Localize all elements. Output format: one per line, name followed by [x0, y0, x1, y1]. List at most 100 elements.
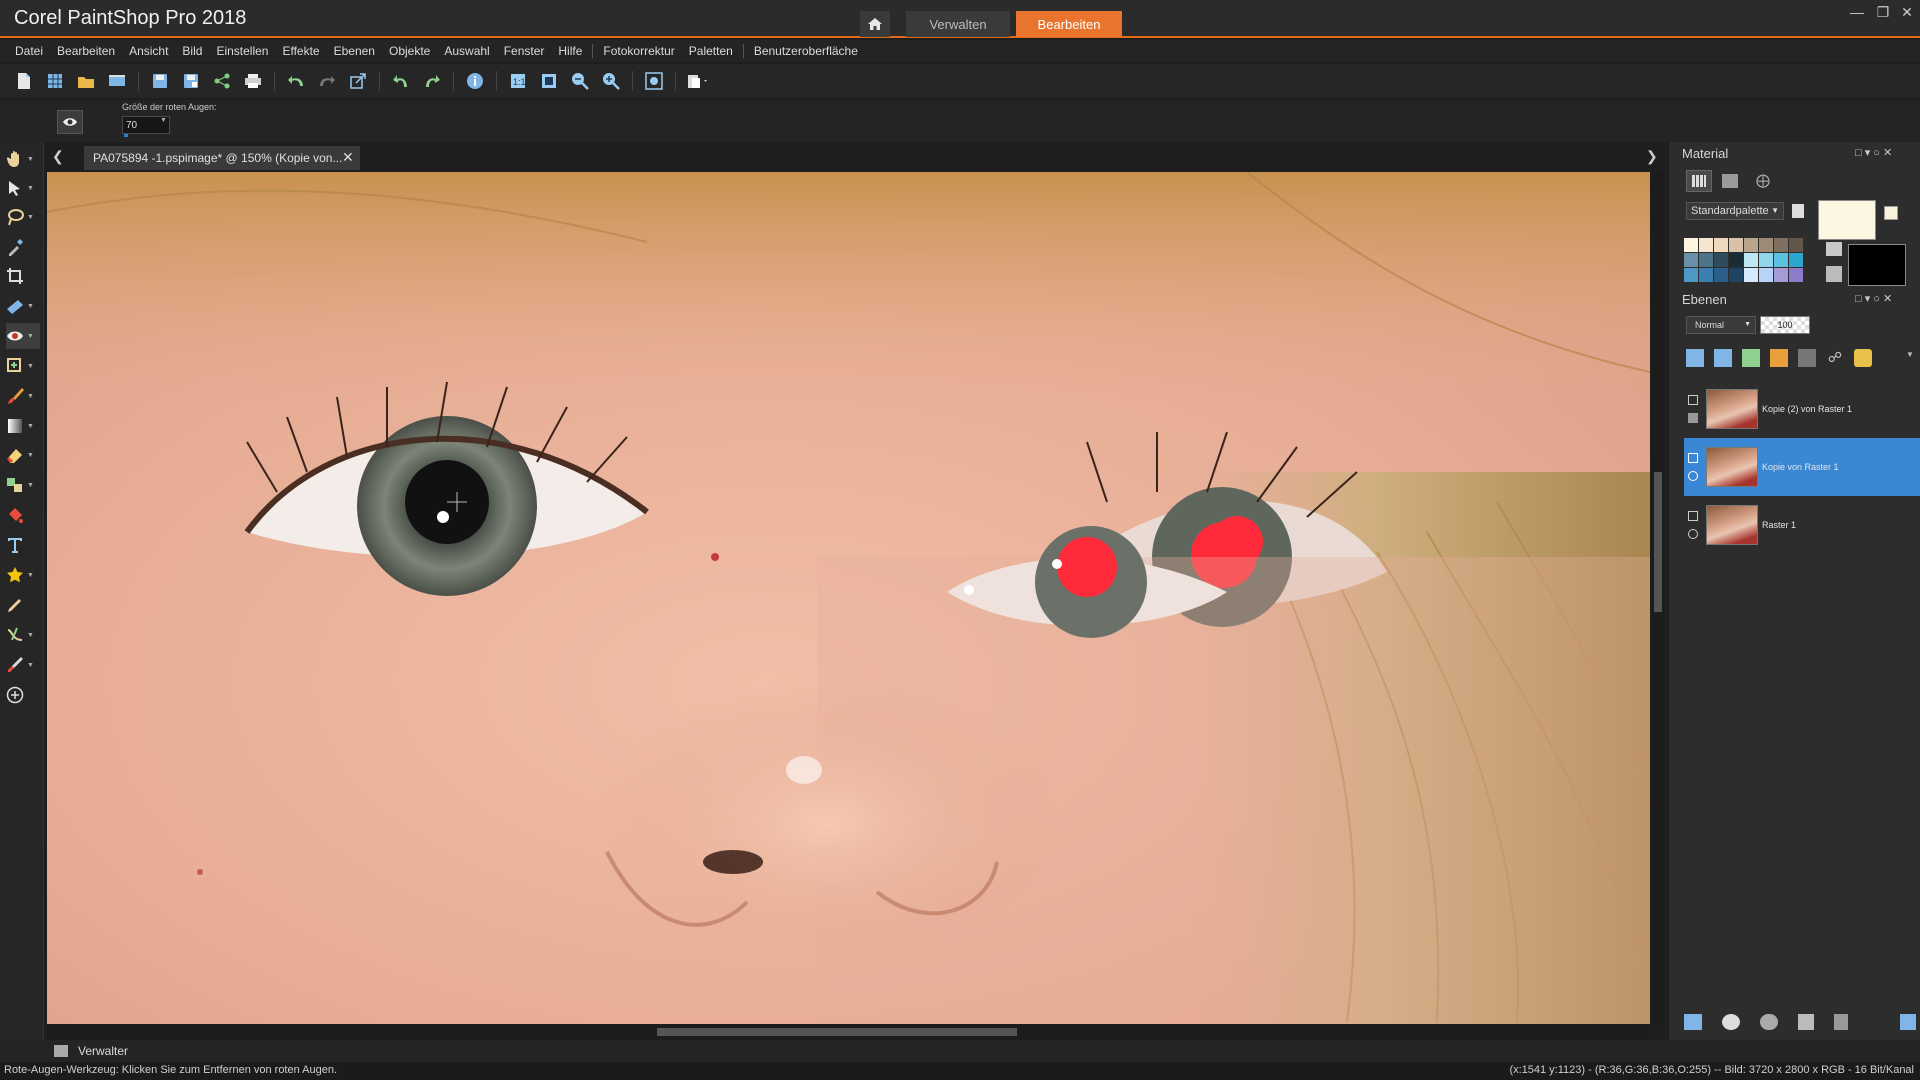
color-swatch[interactable] — [1714, 238, 1728, 252]
pen-tool[interactable] — [6, 592, 40, 618]
pan-tool[interactable]: ▼ — [6, 146, 40, 172]
info-icon[interactable] — [465, 71, 485, 91]
foreground-color-swatch[interactable] — [1818, 200, 1876, 240]
swap-colors-icon[interactable] — [1884, 206, 1898, 220]
color-swatches[interactable] — [1684, 238, 1803, 286]
paint-brush-tool[interactable]: ▼ — [6, 383, 40, 409]
pick-tool[interactable]: ▼ — [6, 175, 40, 201]
new-mask-layer-icon[interactable] — [1742, 349, 1760, 367]
menu-fotokorrektur[interactable]: Fotokorrektur — [596, 44, 681, 58]
color-swatch[interactable] — [1699, 253, 1713, 267]
minimize-button[interactable]: — — [1846, 2, 1868, 22]
straighten-tool[interactable]: ▼ — [6, 293, 40, 319]
canvas-photo[interactable] — [47, 172, 1650, 1024]
paste-icon[interactable] — [687, 71, 707, 91]
background-color-swatch[interactable] — [1848, 244, 1906, 286]
layers-panel-controls[interactable]: □ ▾ ○ ✕ — [1855, 292, 1892, 305]
menu-einstellen[interactable]: Einstellen — [209, 44, 275, 58]
color-swatch[interactable] — [1759, 253, 1773, 267]
restore-button[interactable]: ❐ — [1872, 2, 1894, 22]
vertical-scrollbar[interactable] — [1652, 172, 1664, 1024]
color-swatch[interactable] — [1714, 253, 1728, 267]
zoom-in-icon[interactable] — [601, 71, 621, 91]
color-swatch[interactable] — [1729, 253, 1743, 267]
fit-window-icon[interactable] — [539, 71, 559, 91]
mask-icon[interactable] — [1760, 1014, 1778, 1030]
paint-fill-tool[interactable] — [6, 502, 40, 528]
eye-preset-button[interactable] — [57, 110, 83, 134]
menu-fenster[interactable]: Fenster — [497, 44, 552, 58]
dropper-tool[interactable] — [6, 234, 40, 260]
tab-scroll-left-icon[interactable]: ❮ — [52, 148, 64, 165]
layers-menu-arrow[interactable]: ▼ — [1906, 350, 1914, 359]
color-swatch[interactable] — [1699, 238, 1713, 252]
save-as-icon[interactable] — [181, 71, 201, 91]
rotate-right-icon[interactable] — [422, 71, 442, 91]
material-panel-controls[interactable]: □ ▾ ○ ✕ — [1855, 146, 1892, 159]
layer-visibility-icon[interactable] — [1688, 395, 1698, 405]
rainbow-tab-icon[interactable] — [1722, 174, 1738, 188]
tab-close-icon[interactable]: ✕ — [342, 149, 354, 166]
red-eye-size-dropdown-arrow[interactable]: ▼ — [160, 117, 167, 124]
tab-scroll-right-icon[interactable]: ❯ — [1646, 148, 1658, 165]
link-layers-icon[interactable]: ☍ — [1826, 349, 1844, 367]
menu-ebenen[interactable]: Ebenen — [327, 44, 382, 58]
menu-ansicht[interactable]: Ansicht — [122, 44, 175, 58]
new-layer-icon[interactable] — [1684, 1014, 1702, 1030]
resize-icon[interactable] — [348, 71, 368, 91]
open-folder-icon[interactable] — [76, 71, 96, 91]
color-swatch[interactable] — [1744, 238, 1758, 252]
color-swatch[interactable] — [1774, 253, 1788, 267]
clone-tool[interactable]: ▼ — [6, 472, 40, 498]
color-swatch[interactable] — [1774, 268, 1788, 282]
color-swatch[interactable] — [1759, 268, 1773, 282]
adjustment-layer-icon[interactable] — [1770, 349, 1788, 367]
color-swatch[interactable] — [1774, 238, 1788, 252]
palette-select[interactable]: Standardpalette ▼ — [1686, 202, 1784, 220]
layer-row-selected[interactable]: Kopie von Raster 1 — [1684, 438, 1920, 496]
blend-mode-select[interactable]: Normal ▼ — [1686, 316, 1756, 334]
lock-layer-icon[interactable] — [1854, 349, 1872, 367]
menu-datei[interactable]: Datei — [8, 44, 50, 58]
vertical-scroll-thumb[interactable] — [1654, 472, 1662, 612]
red-eye-tool[interactable]: ▼ — [6, 323, 40, 349]
layer-style-icon[interactable] — [1722, 1014, 1740, 1030]
close-window-button[interactable]: ✕ — [1896, 2, 1918, 22]
print-icon[interactable] — [243, 71, 263, 91]
workspace-tab-verwalten[interactable]: Verwalten — [906, 11, 1010, 37]
merge-layers-icon[interactable] — [1798, 1014, 1814, 1030]
material-frame-tab[interactable] — [1686, 170, 1712, 192]
workspace-tab-bearbeiten[interactable]: Bearbeiten — [1016, 11, 1122, 37]
new-raster-layer-icon[interactable] — [1686, 349, 1704, 367]
menu-objekte[interactable]: Objekte — [382, 44, 437, 58]
material-lock-icon[interactable] — [1826, 266, 1842, 282]
color-swatch[interactable] — [1789, 268, 1803, 282]
layer-visibility-icon[interactable] — [1688, 453, 1698, 463]
document-tab[interactable]: PA075894 -1.pspimage* @ 150% (Kopie von.… — [84, 146, 360, 170]
color-swatch[interactable] — [1684, 268, 1698, 282]
swatches-tab-icon[interactable]: ⨁ — [1756, 172, 1770, 189]
preset-shape-tool[interactable]: ▼ — [6, 562, 40, 588]
new-file-icon[interactable] — [14, 71, 34, 91]
share-icon[interactable] — [212, 71, 232, 91]
gradient-tool[interactable]: ▼ — [6, 413, 40, 439]
warp-brush-tool[interactable]: ▼ — [6, 622, 40, 648]
color-swatch[interactable] — [1759, 238, 1773, 252]
text-tool[interactable] — [6, 532, 40, 558]
color-swatch[interactable] — [1729, 268, 1743, 282]
horizontal-scroll-thumb[interactable] — [657, 1028, 1017, 1036]
layer-eye-icon[interactable] — [1688, 529, 1698, 539]
layer-properties-icon[interactable] — [1900, 1014, 1916, 1030]
scan-icon[interactable] — [107, 71, 127, 91]
undo-icon[interactable] — [286, 71, 306, 91]
new-vector-layer-icon[interactable] — [1714, 349, 1732, 367]
layer-mask-toggle-icon[interactable] — [1688, 413, 1698, 423]
rotate-left-icon[interactable] — [391, 71, 411, 91]
color-swatch[interactable] — [1714, 268, 1728, 282]
lasso-tool[interactable]: ▼ — [6, 204, 40, 230]
menu-paletten[interactable]: Paletten — [682, 44, 740, 58]
red-eye-size-slider[interactable] — [124, 134, 128, 137]
redo-icon[interactable] — [317, 71, 337, 91]
zoom-actual-icon[interactable]: 1:1 — [508, 71, 528, 91]
horizontal-scrollbar[interactable] — [47, 1026, 1650, 1038]
